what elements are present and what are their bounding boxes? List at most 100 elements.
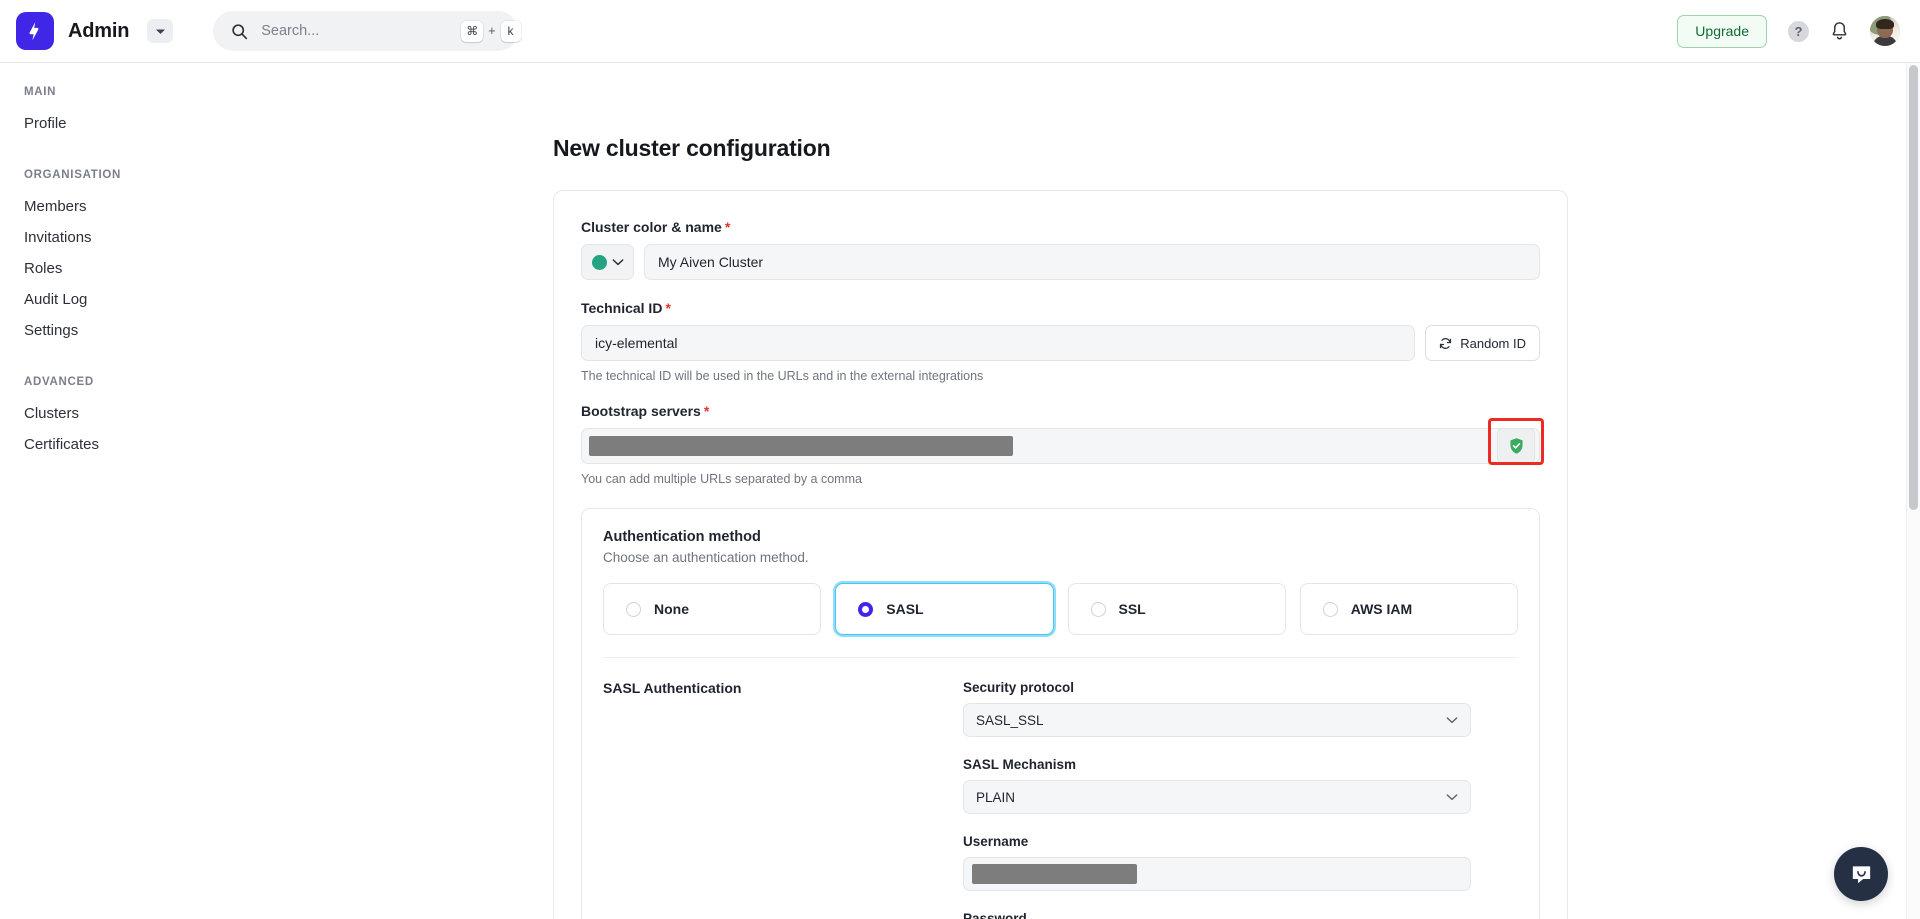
search-input[interactable] [261, 23, 449, 39]
intercom-chat-launcher-button[interactable] [1834, 847, 1888, 901]
field-bootstrap-servers: Bootstrap servers * You can add multiple… [581, 403, 1544, 486]
sidebar-item-audit-log[interactable]: Audit Log [0, 284, 553, 315]
page-title: New cluster configuration [553, 135, 831, 161]
bootstrap-servers-input[interactable] [581, 428, 1540, 464]
authentication-options: None SASL SSL AWS IAM [603, 583, 1518, 635]
sasl-mechanism-select[interactable]: PLAIN [963, 780, 1471, 814]
sidebar-heading-advanced: ADVANCED [24, 376, 94, 388]
sasl-authentication-title: SASL Authentication [603, 680, 742, 696]
sasl-fields-column: Security protocol SASL_SSL SASL Mechanis… [963, 680, 1471, 919]
security-protocol-select[interactable]: SASL_SSL [963, 703, 1471, 737]
technical-id-input[interactable] [581, 325, 1416, 361]
search-shortcut: ⌘ + k [461, 20, 521, 42]
caret-down-icon [155, 29, 165, 34]
auth-option-ssl[interactable]: SSL [1067, 583, 1286, 635]
sidebar: MAIN Profile ORGANISATION Members Invita… [0, 63, 553, 919]
label-text: Technical ID [581, 300, 663, 316]
shortcut-plus: + [488, 24, 496, 38]
shortcut-key-cmd: ⌘ [461, 20, 484, 42]
body-area: MAIN Profile ORGANISATION Members Invita… [0, 63, 1920, 919]
authentication-method-section: Authentication method Choose an authenti… [581, 508, 1540, 919]
top-bar: Admin ⌘ + k Upgrade ? [0, 0, 1920, 63]
sidebar-heading-main: MAIN [24, 86, 57, 98]
label-username: Username [963, 834, 1029, 849]
sidebar-group-organisation: ORGANISATION Members Invitations Roles A… [0, 169, 553, 346]
sidebar-item-invitations[interactable]: Invitations [0, 222, 553, 253]
field-cluster-color-name: Cluster color & name * [581, 219, 1540, 280]
authentication-title: Authentication method [603, 529, 761, 545]
radio-ssl[interactable] [1090, 601, 1106, 617]
auth-option-none-label: None [654, 601, 689, 617]
radio-none[interactable] [626, 601, 641, 617]
field-security-protocol: Security protocol SASL_SSL [963, 680, 1471, 737]
shortcut-key-k: k [500, 20, 521, 42]
label-cluster-color-name: Cluster color & name * [581, 219, 1540, 235]
auth-option-aws-iam-label: AWS IAM [1350, 601, 1413, 617]
redacted-value [972, 864, 1137, 884]
sidebar-item-profile[interactable]: Profile [0, 108, 553, 139]
label-text: Cluster color & name [581, 219, 722, 235]
redacted-value [589, 436, 1013, 456]
avatar[interactable] [1870, 16, 1900, 46]
auth-option-aws-iam[interactable]: AWS IAM [1299, 583, 1518, 635]
radio-sasl[interactable] [858, 601, 874, 617]
color-swatch [591, 254, 607, 270]
field-sasl-mechanism: SASL Mechanism PLAIN [963, 757, 1471, 814]
security-protocol-value: SASL_SSL [976, 712, 1044, 728]
random-id-button[interactable]: Random ID [1425, 325, 1540, 361]
search-bar[interactable]: ⌘ + k [213, 11, 521, 51]
chevron-down-icon [612, 258, 624, 266]
cluster-configuration-card: Cluster color & name * My Aiven Cluster … [553, 190, 1568, 919]
bootstrap-servers-row [581, 418, 1544, 465]
brand-name: Admin [68, 19, 130, 42]
radio-aws-iam[interactable] [1322, 601, 1338, 617]
aiven-logo-icon [16, 12, 54, 50]
chevron-down-icon [1446, 716, 1458, 724]
sidebar-item-clusters[interactable]: Clusters [0, 398, 553, 429]
sidebar-heading-organisation: ORGANISATION [24, 169, 121, 181]
main-content: New cluster configuration Cluster color … [553, 63, 1920, 919]
refresh-icon [1439, 337, 1452, 350]
chevron-down-icon [1446, 793, 1458, 801]
upgrade-button[interactable]: Upgrade [1677, 14, 1767, 48]
label-security-protocol: Security protocol [963, 680, 1075, 695]
username-input[interactable] [963, 857, 1471, 891]
label-text: Bootstrap servers [581, 403, 701, 419]
bootstrap-servers-hint: You can add multiple URLs separated by a… [581, 472, 862, 486]
required-marker: * [724, 219, 731, 235]
field-username: Username [963, 834, 1471, 891]
required-marker: * [665, 300, 671, 316]
field-technical-id: Technical ID* Random ID [581, 300, 1540, 383]
brand[interactable]: Admin [16, 12, 129, 50]
intercom-chat-icon [1849, 862, 1874, 887]
help-icon[interactable]: ? [1788, 20, 1809, 42]
shield-check-icon [1508, 437, 1525, 455]
sidebar-group-advanced: ADVANCED Clusters Certificates [0, 376, 553, 460]
auth-option-ssl-label: SSL [1118, 601, 1146, 617]
auth-option-sasl[interactable]: SASL [835, 583, 1054, 635]
page-scrollbar[interactable] [1906, 63, 1920, 919]
validate-bootstrap-button[interactable] [1497, 428, 1535, 464]
sidebar-group-main: MAIN Profile [0, 86, 553, 139]
sidebar-item-roles[interactable]: Roles [0, 253, 553, 284]
field-password: Password [963, 911, 1471, 919]
notifications-bell-icon[interactable] [1830, 21, 1849, 41]
cluster-name-input[interactable] [644, 244, 1540, 280]
random-id-button-label: Random ID [1460, 335, 1526, 351]
label-sasl-mechanism: SASL Mechanism [963, 757, 1077, 772]
auth-option-none[interactable]: None [603, 583, 822, 635]
page-scrollbar-thumb[interactable] [1909, 65, 1918, 510]
sasl-mechanism-value: PLAIN [976, 789, 1016, 805]
sidebar-item-settings[interactable]: Settings [0, 315, 553, 346]
sidebar-item-members[interactable]: Members [0, 191, 553, 222]
org-switcher-button[interactable] [147, 19, 174, 43]
label-bootstrap-servers: Bootstrap servers * [581, 403, 1540, 419]
sasl-authentication-grid: SASL Authentication Security protocol SA… [603, 658, 1518, 919]
cluster-color-picker[interactable] [581, 244, 634, 280]
sasl-section-label-column: SASL Authentication [603, 680, 963, 919]
sidebar-item-certificates[interactable]: Certificates [0, 429, 553, 460]
label-technical-id: Technical ID * [581, 300, 1540, 316]
label-password: Password [963, 911, 1027, 919]
